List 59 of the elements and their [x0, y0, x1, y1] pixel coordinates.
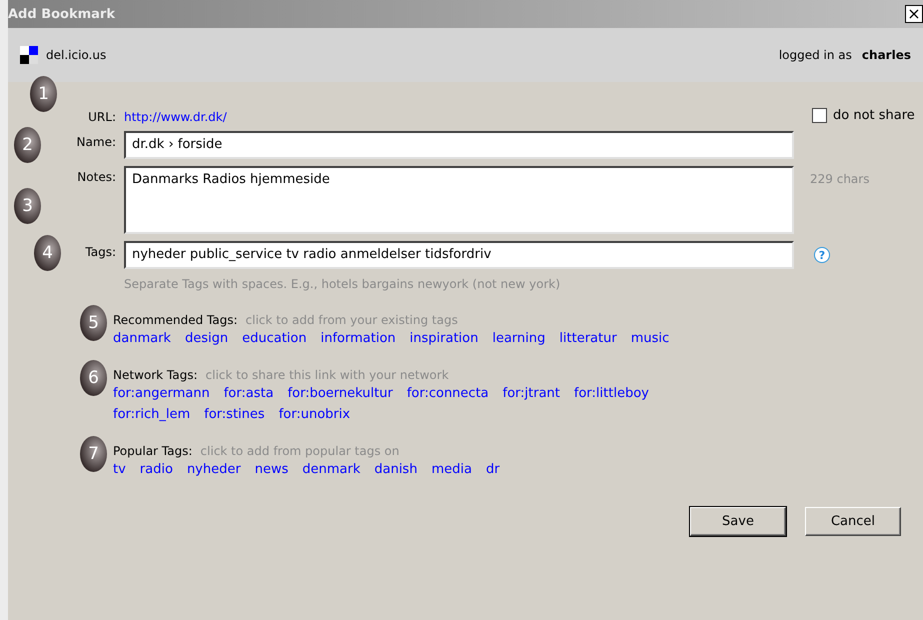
logo-icon	[20, 46, 38, 64]
tag-link[interactable]: litteratur	[559, 331, 617, 346]
tag-link[interactable]: danish	[374, 462, 418, 477]
input-field[interactable]: dr.dk › forside	[124, 131, 794, 159]
char-count: 229 chars	[810, 172, 870, 186]
tag-link[interactable]: danmark	[113, 331, 171, 346]
input-field[interactable]: nyheder public_service tv radio anmeldelser tidsfordriv	[124, 241, 794, 269]
dialog-button[interactable]: Save	[690, 507, 786, 536]
tag-link[interactable]: media	[431, 462, 472, 477]
tag-link[interactable]: nyheder	[186, 462, 241, 477]
dialog-button[interactable]: Cancel	[805, 507, 901, 536]
tag-link[interactable]: dr	[486, 462, 500, 477]
tags-hint: Separate Tags with spaces. E.g., hotels bargains newyork (not new york)	[124, 277, 562, 291]
step-badge: 1	[30, 76, 57, 112]
section-title: Recommended Tags:	[113, 313, 238, 327]
tag-link[interactable]: for:jtrant	[502, 386, 560, 401]
checkbox-label: do not share	[833, 108, 915, 123]
tag-link[interactable]: for:boernekultur	[288, 386, 393, 401]
tag-link[interactable]: education	[242, 331, 307, 346]
step-badge: 4	[34, 235, 61, 271]
logged-in-label: logged in as	[778, 48, 852, 62]
tag-link[interactable]: learning	[492, 331, 546, 346]
tag-link[interactable]: tv	[113, 462, 126, 477]
section-hint: click to share this link with your network	[206, 368, 449, 382]
tag-link[interactable]: for:littleboy	[574, 386, 649, 401]
section-title: Popular Tags:	[113, 444, 192, 458]
step-badge: 7	[80, 436, 107, 472]
share-checkbox[interactable]	[812, 108, 827, 123]
tag-link[interactable]: for:angermann	[113, 386, 210, 401]
step-badge: 6	[80, 360, 107, 396]
step-badge: 3	[14, 188, 41, 224]
user-name: charles	[862, 48, 911, 62]
field-label: URL:	[88, 109, 116, 124]
section-hint: click to add from popular tags on	[200, 444, 400, 458]
field-label: Notes:	[77, 169, 116, 184]
step-badge: 2	[14, 127, 41, 163]
tag-link[interactable]: for:asta	[224, 386, 274, 401]
tag-link[interactable]: design	[184, 331, 228, 346]
url-link[interactable]: http://www.dr.dk/	[124, 84, 227, 124]
tag-link[interactable]: for:rich_lem	[113, 407, 190, 422]
field-label: Name:	[76, 134, 116, 149]
window-title: Add Bookmark	[8, 6, 116, 22]
tag-link[interactable]: information	[320, 331, 396, 346]
site-name: del.icio.us	[46, 48, 106, 62]
section-title: Network Tags:	[113, 368, 198, 382]
section-hint: click to add from your existing tags	[246, 313, 458, 327]
tag-link[interactable]: radio	[140, 462, 173, 477]
tag-link[interactable]: music	[630, 331, 670, 346]
tag-link[interactable]: for:stines	[204, 407, 265, 422]
tag-link[interactable]: denmark	[302, 462, 360, 477]
tag-link[interactable]: for:connecta	[406, 386, 489, 401]
step-badge: 5	[80, 305, 107, 341]
help-icon[interactable]: ?	[814, 247, 830, 263]
notes-field[interactable]: Danmarks Radios hjemmeside	[124, 166, 794, 234]
tag-link[interactable]: inspiration	[410, 331, 478, 346]
tag-link[interactable]: for:unobrix	[278, 407, 350, 422]
field-label: Tags:	[85, 244, 116, 259]
tag-link[interactable]: news	[254, 462, 288, 477]
close-button[interactable]: ×	[905, 5, 923, 23]
